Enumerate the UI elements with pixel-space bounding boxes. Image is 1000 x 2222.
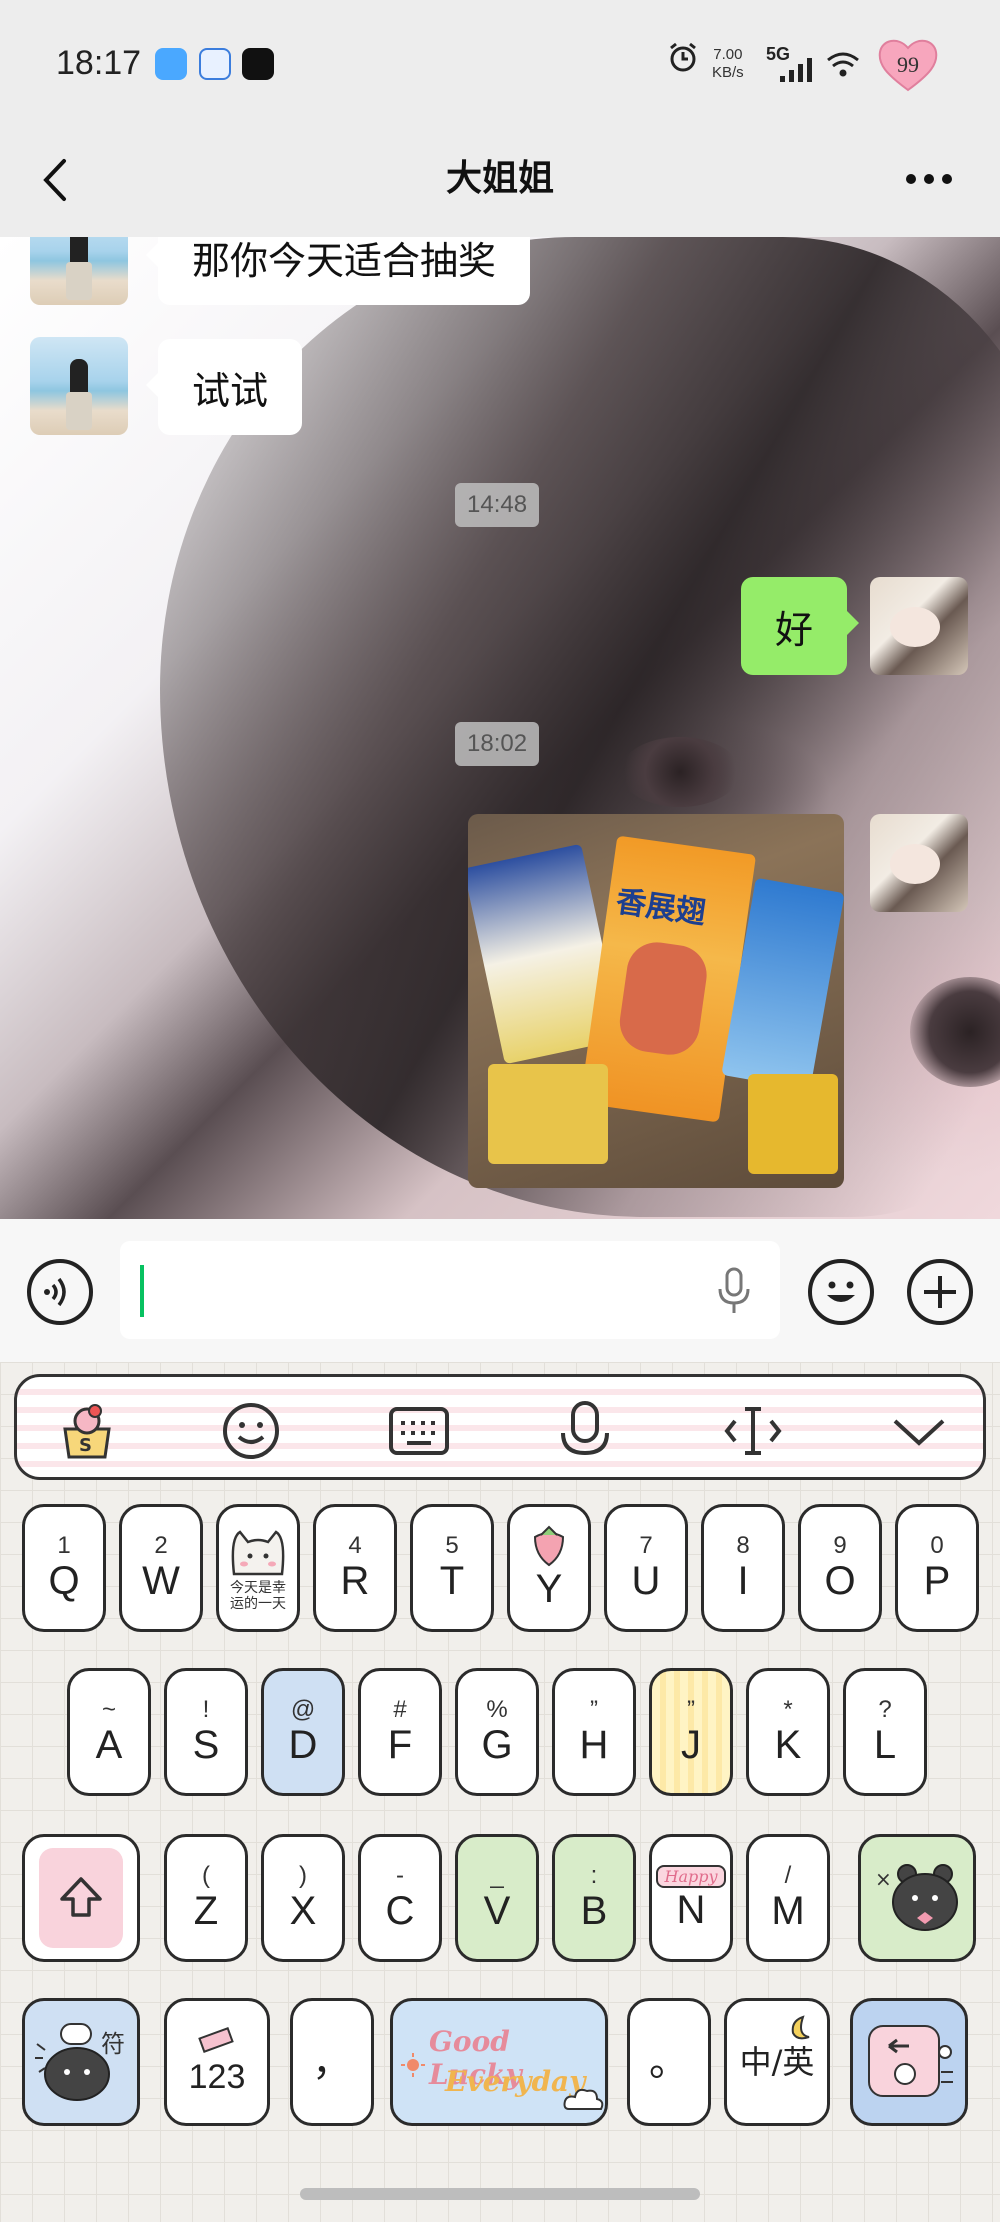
- key-y[interactable]: Y: [507, 1504, 591, 1632]
- my-avatar[interactable]: [870, 814, 968, 912]
- wallpaper-eye-left: [620, 737, 740, 807]
- key-m[interactable]: / M: [746, 1834, 830, 1962]
- key-a[interactable]: ~ A: [67, 1668, 151, 1796]
- contact-avatar[interactable]: [30, 337, 128, 435]
- key-b[interactable]: :B: [552, 1834, 636, 1962]
- shift-key[interactable]: [22, 1834, 140, 1962]
- keyboard-toolbar: S: [14, 1374, 986, 1480]
- tiktok-icon: [242, 48, 274, 80]
- cloud-icon: [563, 2088, 604, 2110]
- photo-content: [748, 1074, 838, 1174]
- contact-avatar[interactable]: [30, 237, 128, 305]
- message-bubble[interactable]: 那你今天适合抽奖: [145, 237, 531, 305]
- enter-icon: [868, 2025, 953, 2097]
- text-caret: [140, 1265, 144, 1317]
- skin-icon[interactable]: S: [55, 1399, 119, 1463]
- more-icon[interactable]: [905, 173, 953, 185]
- timestamp: 14:48: [455, 483, 540, 527]
- key-u[interactable]: 7U: [604, 1504, 688, 1632]
- enter-key[interactable]: [850, 1998, 968, 2126]
- cat-sticker-icon: [231, 1530, 285, 1576]
- number-key[interactable]: 123: [164, 1998, 270, 2126]
- happy-sticker: Happy: [656, 1864, 726, 1888]
- wifi-icon: [827, 52, 859, 77]
- key-z[interactable]: (Z: [164, 1834, 248, 1962]
- comma-key[interactable]: ，: [290, 1998, 374, 2126]
- smiley-icon: [827, 1281, 855, 1302]
- keyboard-icon[interactable]: [387, 1399, 451, 1463]
- message-input[interactable]: [120, 1241, 780, 1339]
- bear-delete-icon: ×: [875, 1864, 958, 1931]
- app-icon-blue: [155, 48, 187, 80]
- plus-icon: [924, 1276, 956, 1308]
- shift-icon: [60, 1877, 102, 1917]
- add-button[interactable]: [907, 1259, 973, 1325]
- key-g[interactable]: % G: [455, 1668, 539, 1796]
- voice-mode-button[interactable]: [27, 1259, 93, 1325]
- strawberry-icon: [533, 1525, 565, 1567]
- period-key[interactable]: 。: [627, 1998, 711, 2126]
- photo-content: [488, 1064, 608, 1164]
- heart-badge: 99: [876, 34, 940, 94]
- net-speed: 7.00 KB/s: [712, 46, 744, 81]
- sun-icon: [401, 2053, 425, 2077]
- status-bar: 18:17 7.00 KB/s 5G 99: [0, 0, 1000, 125]
- message-bubble[interactable]: 试试: [145, 339, 303, 435]
- key-h[interactable]: ” H: [552, 1668, 636, 1796]
- key-r[interactable]: 4R: [313, 1504, 397, 1632]
- svg-text:符: 符: [101, 2030, 125, 2058]
- sticker-text: 今天是幸运的一天: [230, 1580, 286, 1612]
- ribbon-icon: [198, 2027, 234, 2053]
- collapse-keyboard-icon[interactable]: [887, 1399, 951, 1463]
- key-i[interactable]: 8I: [701, 1504, 785, 1632]
- key-e-sticker[interactable]: 今天是幸运的一天: [216, 1504, 300, 1632]
- emoji-icon[interactable]: [219, 1399, 283, 1463]
- svg-text:×: ×: [875, 1867, 892, 1891]
- input-bar: [0, 1219, 1000, 1362]
- svg-text:S: S: [79, 1435, 92, 1456]
- key-o[interactable]: 9O: [798, 1504, 882, 1632]
- gesture-bar[interactable]: [300, 2188, 700, 2200]
- key-t[interactable]: 5T: [410, 1504, 494, 1632]
- voice-icon: [44, 1277, 66, 1307]
- key-k[interactable]: * K: [746, 1668, 830, 1796]
- my-avatar[interactable]: [870, 577, 968, 675]
- message-bubble-self[interactable]: 好: [741, 577, 860, 675]
- voice-input-icon[interactable]: [553, 1399, 617, 1463]
- key-s[interactable]: ! S: [164, 1668, 248, 1796]
- bag-label: 香展翅: [613, 884, 708, 932]
- key-l[interactable]: ? L: [843, 1668, 927, 1796]
- key-d[interactable]: @ D: [261, 1668, 345, 1796]
- signal-icon: [780, 58, 812, 82]
- alarm-icon: [670, 42, 696, 72]
- photo-message[interactable]: 香展翅: [468, 814, 844, 1188]
- keyboard: S 1Q 2W 今天是幸运的一天 4R 5T Y 7U 8I 9O 0P ~ A …: [0, 1362, 1000, 2222]
- space-key[interactable]: Good Lucky Everyday: [390, 1998, 608, 2126]
- key-x[interactable]: ) X: [261, 1834, 345, 1962]
- bear-chef-icon: 符: [35, 2023, 125, 2101]
- key-q[interactable]: 1Q: [22, 1504, 106, 1632]
- cursor-move-icon[interactable]: [721, 1399, 785, 1463]
- key-p[interactable]: 0P: [895, 1504, 979, 1632]
- chat-area[interactable]: 那你今天适合抽奖 试试 14:48 好 18:02 香展翅: [0, 237, 1000, 1219]
- delete-key[interactable]: ×: [858, 1834, 976, 1962]
- key-f[interactable]: # F: [358, 1668, 442, 1796]
- emoji-button[interactable]: [808, 1259, 874, 1325]
- key-w[interactable]: 2W: [119, 1504, 203, 1632]
- key-n[interactable]: Happy N: [649, 1834, 733, 1962]
- language-switch-key[interactable]: 中/英: [724, 1998, 830, 2126]
- key-c[interactable]: -C: [358, 1834, 442, 1962]
- timestamp: 18:02: [455, 722, 540, 766]
- chat-title: 大姐姐: [445, 157, 554, 199]
- app-icon-message: [199, 48, 231, 80]
- microphone-icon[interactable]: [716, 1267, 752, 1315]
- moon-icon: [791, 2015, 810, 2040]
- chat-header: 大姐姐: [0, 125, 1000, 237]
- status-time: 18:17: [56, 44, 142, 82]
- key-j[interactable]: ” J: [649, 1668, 733, 1796]
- key-v[interactable]: _ V: [455, 1834, 539, 1962]
- symbol-key[interactable]: 符: [22, 1998, 140, 2126]
